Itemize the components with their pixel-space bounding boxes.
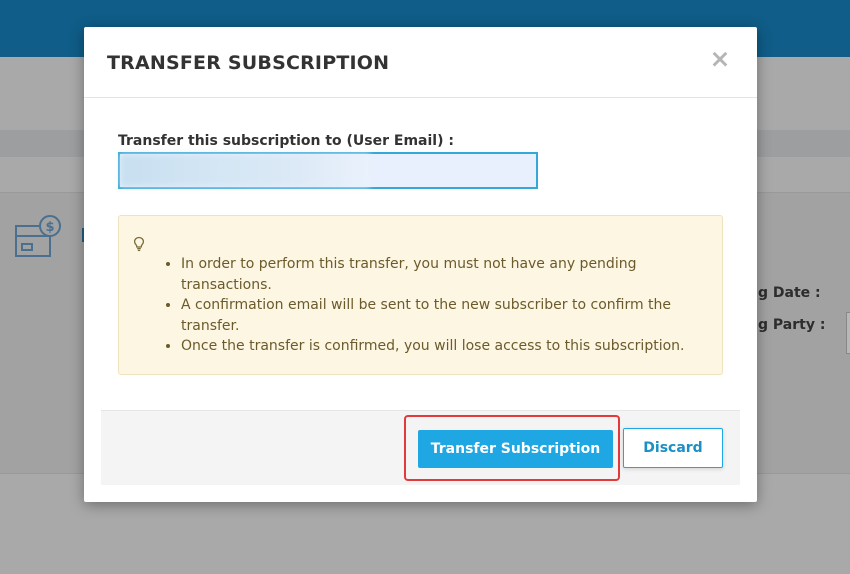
email-field-label: Transfer this subscription to (User Emai… [118,133,454,149]
billing-party-field [846,312,850,354]
discard-button[interactable]: Discard [623,428,723,468]
billing-party-label: g Party : [758,317,826,333]
lightbulb-icon [133,236,145,252]
list-item: In order to perform this transfer, you m… [181,254,701,295]
modal-footer: Transfer Subscription Discard [101,410,740,485]
close-icon[interactable]: × [709,46,731,71]
modal-title: TRANSFER SUBSCRIPTION [107,52,390,74]
svg-text:$: $ [45,220,54,235]
modal-header: TRANSFER SUBSCRIPTION × [84,27,757,98]
billing-date-label: g Date : [758,285,821,301]
transfer-subscription-button[interactable]: Transfer Subscription [418,430,613,468]
list-item: A confirmation email will be sent to the… [181,295,701,336]
info-note: In order to perform this transfer, you m… [118,215,723,375]
list-item: Once the transfer is confirmed, you will… [181,336,701,357]
note-list: In order to perform this transfer, you m… [143,254,701,357]
transfer-subscription-modal: TRANSFER SUBSCRIPTION × Transfer this su… [84,27,757,502]
subscription-icon: $ [15,215,61,257]
email-redacted-value [120,154,370,187]
